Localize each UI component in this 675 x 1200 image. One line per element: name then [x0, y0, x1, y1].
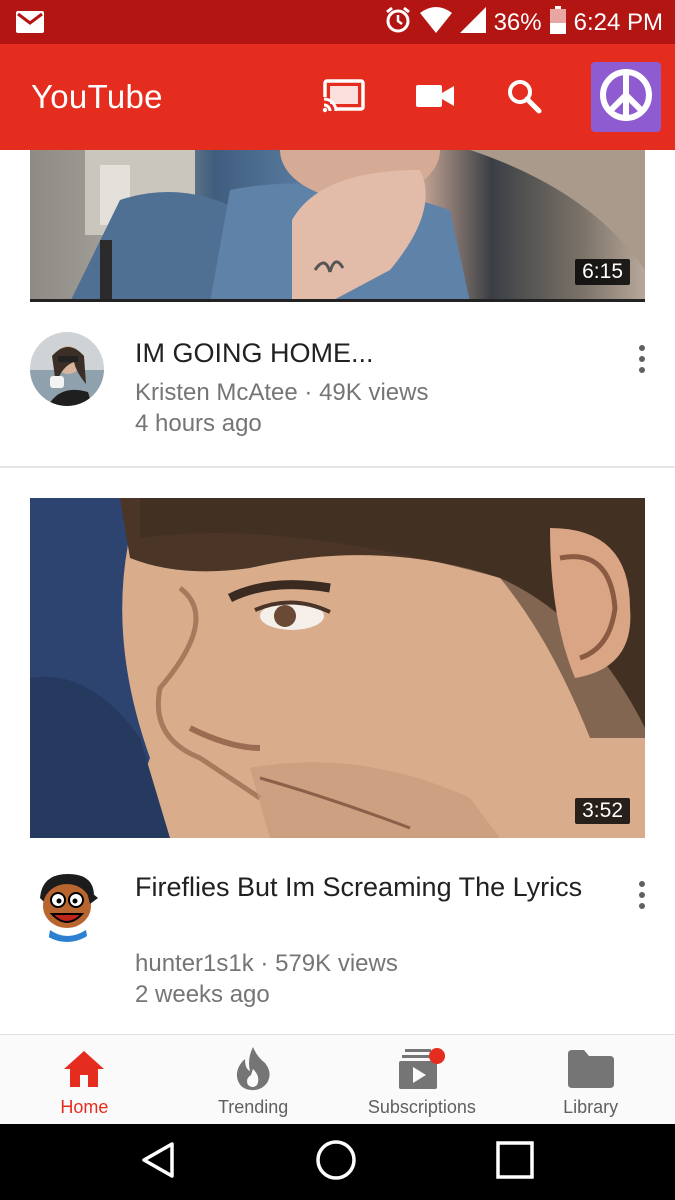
app-bar: YouTube: [0, 44, 675, 150]
channel-name[interactable]: hunter1s1k: [135, 950, 254, 977]
account-avatar[interactable]: [591, 62, 661, 132]
trending-icon: [235, 1047, 271, 1091]
nav-library[interactable]: Library: [506, 1035, 675, 1124]
gmail-icon: [16, 11, 44, 38]
more-options-button[interactable]: [628, 339, 656, 379]
cast-button[interactable]: [320, 74, 368, 122]
nav-subscriptions[interactable]: Subscriptions: [338, 1035, 507, 1124]
library-icon: [567, 1047, 614, 1091]
search-icon: [506, 78, 542, 119]
peace-sign-icon: [598, 67, 654, 128]
more-options-button[interactable]: [628, 875, 656, 915]
nav-label: Home: [60, 1097, 109, 1117]
divider: [0, 466, 675, 468]
separator: ·: [260, 950, 269, 977]
battery-percent: 36%: [493, 9, 542, 36]
nav-trending[interactable]: Trending: [169, 1035, 338, 1124]
video-feed: 6:15 IM GOING HOME... Kristen McAtee · 4…: [0, 150, 675, 1034]
video-title[interactable]: Fireflies But Im Screaming The Lyrics: [135, 869, 605, 905]
nav-label: Subscriptions: [367, 1097, 476, 1117]
camera-icon: [416, 83, 454, 114]
clock: 6:24 PM: [573, 9, 663, 36]
subscriptions-icon: [398, 1047, 445, 1091]
nav-label: Trending: [217, 1097, 289, 1117]
search-button[interactable]: [500, 74, 548, 122]
system-navigation-bar: [0, 1124, 675, 1200]
cast-icon: [322, 78, 366, 118]
back-icon: [138, 1140, 178, 1185]
signal-icon: [459, 6, 486, 40]
recents-icon: [495, 1140, 535, 1185]
home-circle-icon: [315, 1139, 357, 1186]
view-count: 49K views: [319, 379, 429, 406]
status-bar: 36% 6:24 PM: [0, 0, 675, 44]
wifi-icon: [419, 6, 452, 40]
channel-avatar[interactable]: [30, 868, 104, 942]
video-channel-views: Kristen McAtee · 49K views: [135, 377, 605, 408]
video-duration: 3:52: [575, 798, 630, 824]
upload-age: 4 hours ago: [135, 410, 262, 437]
home-button[interactable]: [312, 1138, 360, 1186]
alarm-icon: [384, 6, 412, 41]
video-title[interactable]: IM GOING HOME...: [135, 335, 605, 371]
view-count: 579K views: [275, 950, 398, 977]
bottom-navigation: Home Trending Subscriptions Library: [0, 1034, 675, 1124]
home-icon: [62, 1047, 106, 1091]
back-button[interactable]: [134, 1138, 182, 1186]
nav-label: Library: [563, 1097, 619, 1117]
video-thumbnail[interactable]: 6:15: [30, 150, 645, 302]
nav-home[interactable]: Home: [0, 1035, 169, 1124]
channel-avatar[interactable]: [30, 332, 104, 406]
video-duration: 6:15: [575, 259, 630, 285]
video-channel-views: hunter1s1k · 579K views: [135, 948, 605, 979]
app-title: YouTube: [31, 78, 163, 115]
channel-name[interactable]: Kristen McAtee: [135, 379, 298, 406]
video-thumbnail[interactable]: 3:52: [30, 498, 645, 838]
separator: ·: [304, 379, 313, 406]
battery-icon: [549, 5, 566, 41]
upload-age: 2 weeks ago: [135, 981, 270, 1008]
upload-video-button[interactable]: [411, 74, 459, 122]
recents-button[interactable]: [491, 1138, 539, 1186]
